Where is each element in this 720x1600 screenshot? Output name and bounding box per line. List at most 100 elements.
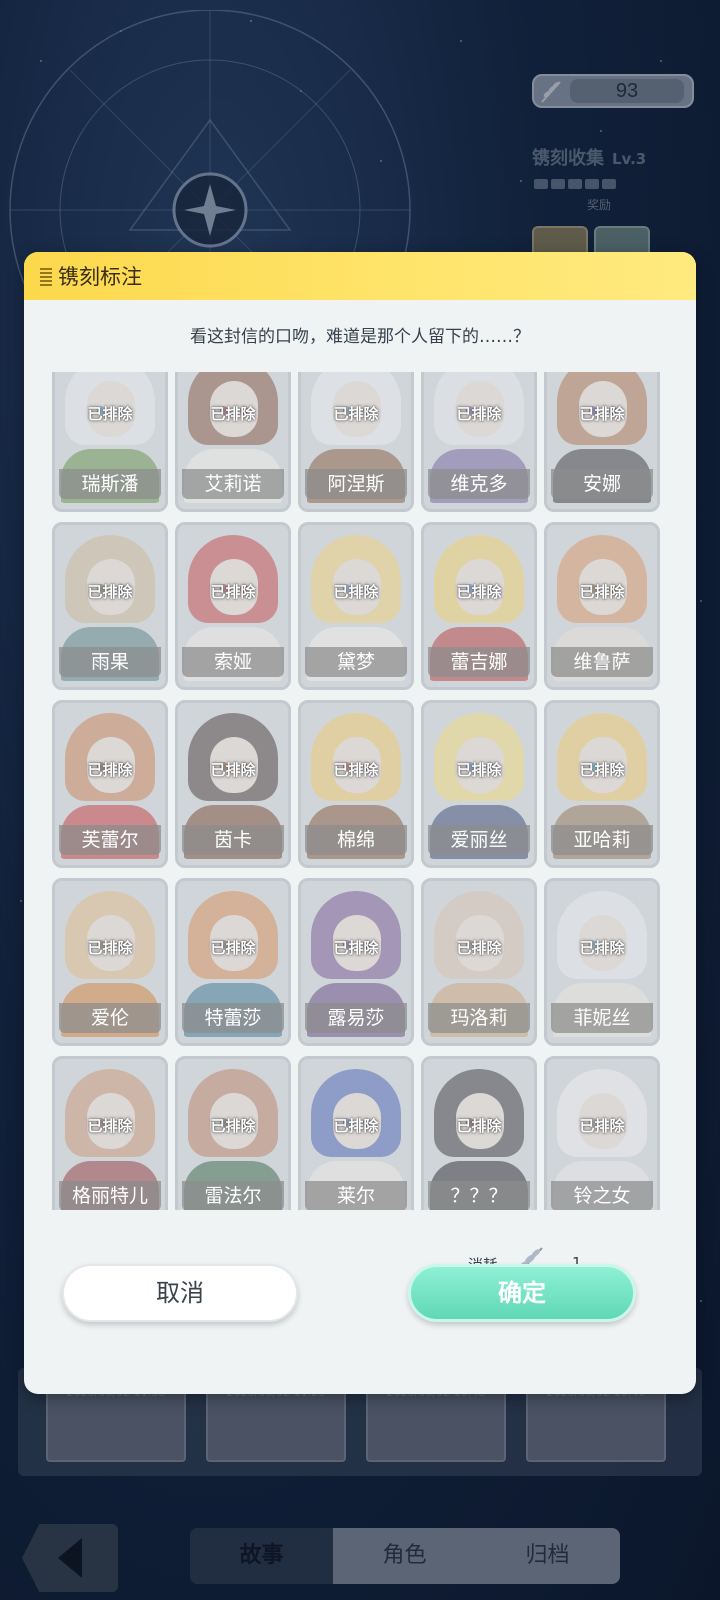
excluded-label: 已排除 xyxy=(87,761,133,779)
name-bar: 蕾吉娜 xyxy=(428,647,530,677)
name-bar: 阿涅斯 xyxy=(305,469,407,499)
character-name: 瑞斯潘 xyxy=(81,473,139,495)
character-name: 黛梦 xyxy=(336,651,375,673)
character-name: 安娜 xyxy=(582,473,621,495)
character-name: 维克多 xyxy=(450,473,508,495)
character-card[interactable]: 已排除 铃之女 xyxy=(544,1056,660,1210)
character-name: 露易莎 xyxy=(327,1007,385,1029)
character-name: 芙蕾尔 xyxy=(81,829,139,851)
excluded-label: 已排除 xyxy=(456,405,502,423)
character-card[interactable]: 已排除 蕾吉娜 xyxy=(421,522,537,690)
name-bar: 露易莎 xyxy=(305,1003,407,1033)
excluded-label: 已排除 xyxy=(87,583,133,601)
character-card[interactable]: 已排除 雨果 xyxy=(52,522,168,690)
excluded-label: 已排除 xyxy=(210,1117,256,1135)
name-bar: 玛洛莉 xyxy=(428,1003,530,1033)
excluded-label: 已排除 xyxy=(579,1117,625,1135)
excluded-label: 已排除 xyxy=(456,583,502,601)
character-card[interactable]: 已排除 ？？？ xyxy=(421,1056,537,1210)
excluded-label: 已排除 xyxy=(579,405,625,423)
character-card[interactable]: 已排除 安娜 xyxy=(544,372,660,512)
name-bar: 芙蕾尔 xyxy=(59,825,161,855)
name-bar: 瑞斯潘 xyxy=(59,469,161,499)
character-card[interactable]: 已排除 爱伦 xyxy=(52,878,168,1046)
name-bar: ？？？ xyxy=(428,1181,530,1210)
excluded-label: 已排除 xyxy=(456,761,502,779)
name-bar: 雨果 xyxy=(59,647,161,677)
excluded-label: 已排除 xyxy=(333,405,379,423)
character-name: 索娅 xyxy=(213,651,252,673)
character-name: 爱丽丝 xyxy=(450,829,508,851)
character-card[interactable]: 已排除 格丽特儿 xyxy=(52,1056,168,1210)
name-bar: 爱伦 xyxy=(59,1003,161,1033)
character-card[interactable]: 已排除 雷法尔 xyxy=(175,1056,291,1210)
character-card[interactable]: 已排除 菲妮丝 xyxy=(544,878,660,1046)
dialog-header: 镌刻标注 xyxy=(24,252,696,300)
character-card[interactable]: 已排除 玛洛莉 xyxy=(421,878,537,1046)
character-name: 雷法尔 xyxy=(204,1185,262,1207)
character-card[interactable]: 已排除 特蕾莎 xyxy=(175,878,291,1046)
character-card[interactable]: 已排除 维鲁萨 xyxy=(544,522,660,690)
cancel-button[interactable]: 取消 xyxy=(62,1264,298,1322)
character-card[interactable]: 已排除 阿涅斯 xyxy=(298,372,414,512)
excluded-label: 已排除 xyxy=(579,761,625,779)
character-card[interactable]: 已排除 亚哈莉 xyxy=(544,700,660,868)
name-bar: 菲妮丝 xyxy=(551,1003,653,1033)
name-bar: 特蕾莎 xyxy=(182,1003,284,1033)
character-card[interactable]: 已排除 黛梦 xyxy=(298,522,414,690)
name-bar: 索娅 xyxy=(182,647,284,677)
character-name: 茵卡 xyxy=(213,829,252,851)
excluded-label: 已排除 xyxy=(333,939,379,957)
character-name: 亚哈莉 xyxy=(573,829,631,851)
character-name: 雨果 xyxy=(90,651,129,673)
name-bar: 莱尔 xyxy=(305,1181,407,1210)
character-name: 玛洛莉 xyxy=(450,1007,508,1029)
character-card[interactable]: 已排除 瑞斯潘 xyxy=(52,372,168,512)
character-card[interactable]: 已排除 棉绵 xyxy=(298,700,414,868)
character-name: 铃之女 xyxy=(573,1185,631,1207)
character-name: 特蕾莎 xyxy=(204,1007,262,1029)
character-name: 维鲁萨 xyxy=(573,651,631,673)
grip-icon xyxy=(40,266,52,286)
name-bar: 棉绵 xyxy=(305,825,407,855)
excluded-label: 已排除 xyxy=(87,405,133,423)
excluded-label: 已排除 xyxy=(87,939,133,957)
engraving-dialog: 镌刻标注 看这封信的口吻，难道是那个人留下的……？ 已排除 瑞斯潘 已排除 艾莉诺 已排… xyxy=(24,252,696,1394)
excluded-label: 已排除 xyxy=(333,761,379,779)
character-name: 阿涅斯 xyxy=(327,473,385,495)
name-bar: 雷法尔 xyxy=(182,1181,284,1210)
name-bar: 铃之女 xyxy=(551,1181,653,1210)
excluded-label: 已排除 xyxy=(579,583,625,601)
character-name: 蕾吉娜 xyxy=(450,651,508,673)
character-card[interactable]: 已排除 露易莎 xyxy=(298,878,414,1046)
excluded-label: 已排除 xyxy=(210,583,256,601)
name-bar: 维克多 xyxy=(428,469,530,499)
dialog-prompt: 看这封信的口吻，难道是那个人留下的……？ xyxy=(190,327,530,347)
excluded-label: 已排除 xyxy=(87,1117,133,1135)
character-name: 菲妮丝 xyxy=(573,1007,631,1029)
excluded-label: 已排除 xyxy=(210,405,256,423)
character-card[interactable]: 已排除 芙蕾尔 xyxy=(52,700,168,868)
character-grid[interactable]: 已排除 瑞斯潘 已排除 艾莉诺 已排除 阿涅斯 已排除 维克多 已排除 安娜 已排除 雨果 已排除 索娅已… xyxy=(48,372,670,1210)
character-name: 爱伦 xyxy=(90,1007,129,1029)
excluded-label: 已排除 xyxy=(579,939,625,957)
character-card[interactable]: 已排除 茵卡 xyxy=(175,700,291,868)
character-card[interactable]: 已排除 索娅 xyxy=(175,522,291,690)
character-name: ？？？ xyxy=(450,1185,508,1207)
name-bar: 茵卡 xyxy=(182,825,284,855)
excluded-label: 已排除 xyxy=(456,939,502,957)
character-name: 格丽特儿 xyxy=(71,1185,148,1207)
name-bar: 亚哈莉 xyxy=(551,825,653,855)
name-bar: 格丽特儿 xyxy=(59,1181,161,1210)
character-card[interactable]: 已排除 艾莉诺 xyxy=(175,372,291,512)
excluded-label: 已排除 xyxy=(210,939,256,957)
excluded-label: 已排除 xyxy=(333,583,379,601)
character-card[interactable]: 已排除 爱丽丝 xyxy=(421,700,537,868)
character-name: 棉绵 xyxy=(336,829,375,851)
confirm-button[interactable]: 确定 xyxy=(408,1264,636,1322)
name-bar: 艾莉诺 xyxy=(182,469,284,499)
character-card[interactable]: 已排除 莱尔 xyxy=(298,1056,414,1210)
name-bar: 爱丽丝 xyxy=(428,825,530,855)
character-card[interactable]: 已排除 维克多 xyxy=(421,372,537,512)
character-name: 艾莉诺 xyxy=(204,473,262,495)
